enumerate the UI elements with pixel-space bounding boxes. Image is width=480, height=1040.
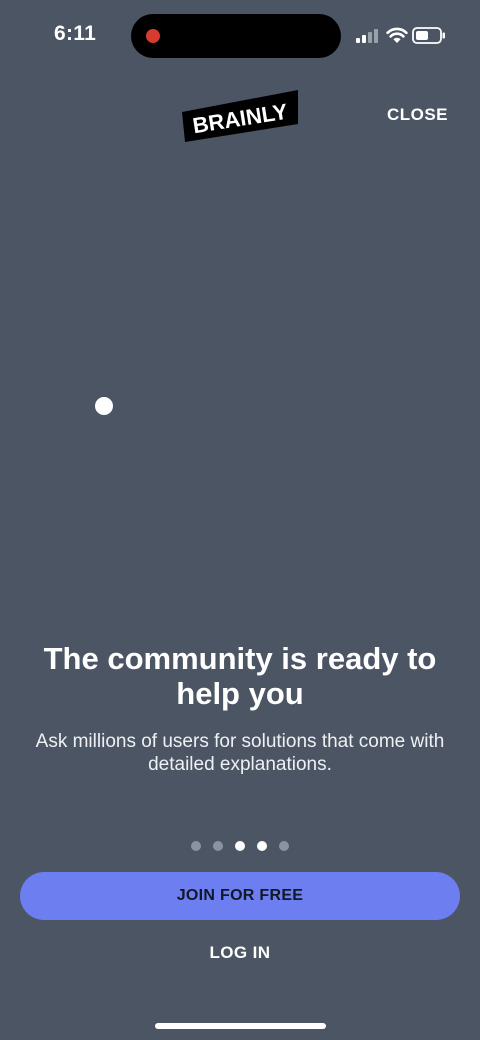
page-dot[interactable] (279, 841, 289, 851)
home-indicator (155, 1023, 326, 1029)
log-in-button[interactable]: LOG IN (0, 943, 480, 963)
page-indicator (0, 841, 480, 851)
status-time: 6:11 (54, 22, 97, 45)
join-button-label: JOIN FOR FREE (176, 887, 304, 904)
brainly-logo: BRAINLY (182, 90, 298, 142)
close-button[interactable]: CLOSE (387, 105, 448, 125)
page-dot[interactable] (235, 841, 245, 851)
dynamic-island (131, 14, 341, 58)
page-dot[interactable] (213, 841, 223, 851)
recording-indicator-icon (146, 29, 160, 43)
status-bar: 6:11 (0, 0, 480, 72)
onboarding-headline: The community is ready to help you (43, 641, 437, 711)
onboarding-subtext: Ask millions of users for solutions that… (35, 731, 445, 775)
join-for-free-button[interactable]: JOIN FOR FREE (20, 872, 460, 920)
page-dot[interactable] (257, 841, 267, 851)
battery-icon (412, 27, 445, 44)
signal-icon (356, 29, 378, 43)
animation-dot (95, 397, 113, 415)
wifi-icon (386, 27, 408, 43)
page-dot[interactable] (191, 841, 201, 851)
